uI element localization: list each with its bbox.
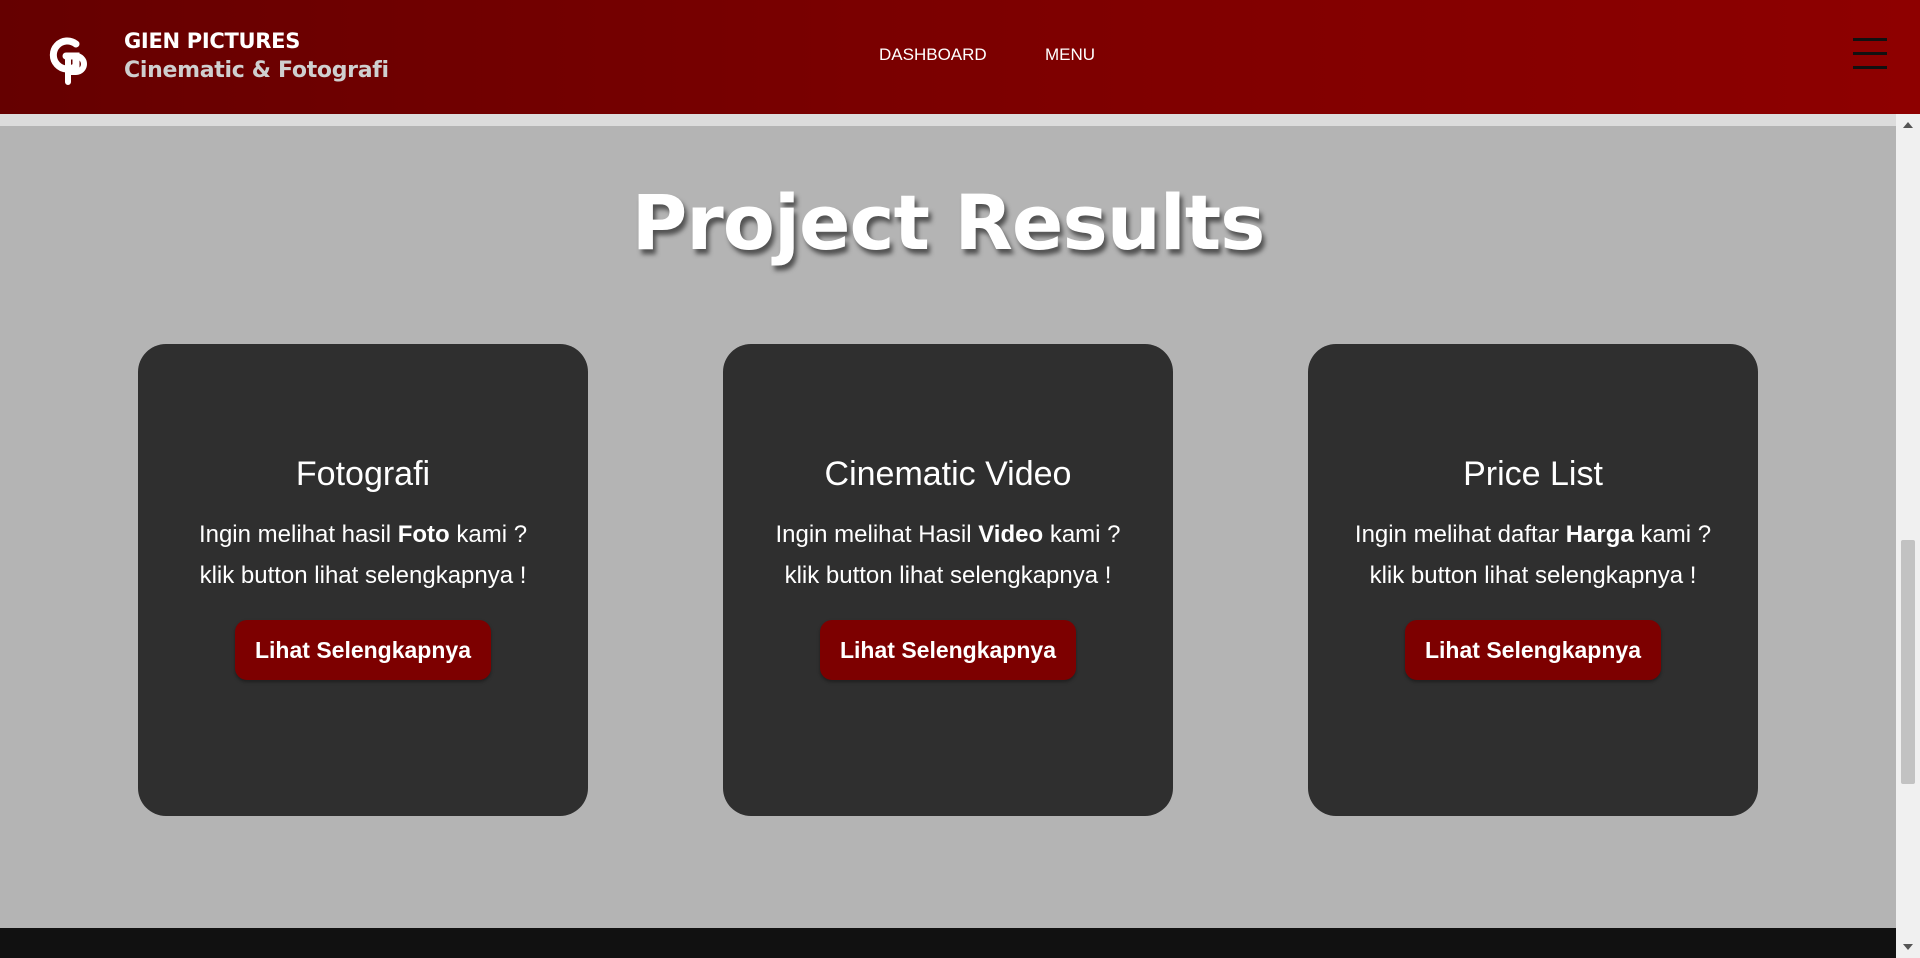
scroll-thumb[interactable] <box>1901 540 1915 784</box>
page-scrollbar[interactable] <box>1896 114 1920 958</box>
navbar: GIEN PICTURES Cinematic & Fotografi DASH… <box>0 0 1920 114</box>
card-text-post: kami ? <box>1633 521 1712 548</box>
header-divider <box>0 114 1896 126</box>
card-text-line2: klik button lihat selengkapnya ! <box>784 562 1112 589</box>
lihat-selengkapnya-button[interactable]: Lihat Selengkapnya <box>819 620 1076 680</box>
lihat-selengkapnya-button[interactable]: Lihat Selengkapnya <box>234 620 491 680</box>
hamburger-bar <box>1853 52 1887 55</box>
card-description: Ingin melihat daftar Harga kami ? klik b… <box>1308 514 1758 596</box>
nav-dashboard-link[interactable]: DASHBOARD <box>879 45 987 65</box>
card-text-line2: klik button lihat selengkapnya ! <box>1369 562 1697 589</box>
brand: GIEN PICTURES Cinematic & Fotografi <box>124 26 389 86</box>
scroll-down-arrow-icon[interactable] <box>1903 944 1913 950</box>
brand-tagline: Cinematic & Fotografi <box>124 58 389 83</box>
card-text-pre: Ingin melihat hasil <box>198 521 398 548</box>
card-description: Ingin melihat Hasil Video kami ? klik bu… <box>723 514 1173 596</box>
card-text-post: kami ? <box>449 521 528 548</box>
card-fotografi: Fotografi Ingin melihat hasil Foto kami … <box>138 344 588 816</box>
card-price-list: Price List Ingin melihat daftar Harga ka… <box>1308 344 1758 816</box>
card-description: Ingin melihat hasil Foto kami ? klik but… <box>138 514 588 596</box>
card-text-pre: Ingin melihat daftar <box>1354 521 1566 548</box>
footer <box>0 928 1896 958</box>
card-title: Fotografi <box>295 455 431 493</box>
scroll-up-arrow-icon[interactable] <box>1903 122 1913 128</box>
card-title: Price List <box>1463 455 1603 493</box>
card-cinematic-video: Cinematic Video Ingin melihat Hasil Vide… <box>723 344 1173 816</box>
card-text-bold: Harga <box>1565 521 1634 548</box>
card-text-bold: Video <box>978 521 1044 548</box>
card-text-bold: Foto <box>397 521 450 548</box>
gp-logo-icon[interactable] <box>46 34 90 86</box>
project-results-section: Project Results Fotografi Ingin melihat … <box>0 126 1896 928</box>
hamburger-bar <box>1853 66 1887 69</box>
nav-menu-link[interactable]: MENU <box>1045 45 1095 65</box>
card-title: Cinematic Video <box>824 455 1072 493</box>
hamburger-menu-icon[interactable] <box>1853 38 1887 70</box>
brand-name: GIEN PICTURES <box>124 29 301 53</box>
page-title: Project Results <box>631 178 1266 267</box>
card-text-line2: klik button lihat selengkapnya ! <box>199 562 527 589</box>
card-text-pre: Ingin melihat Hasil <box>775 521 979 548</box>
lihat-selengkapnya-button[interactable]: Lihat Selengkapnya <box>1404 620 1661 680</box>
card-text-post: kami ? <box>1043 521 1121 548</box>
hamburger-bar <box>1853 38 1887 41</box>
